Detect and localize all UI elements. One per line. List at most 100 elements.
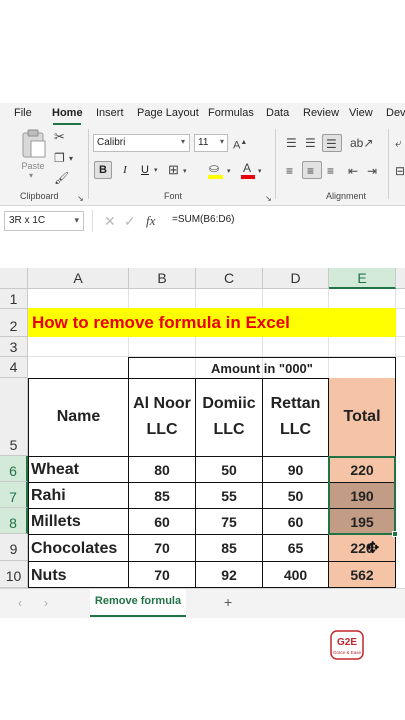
cut-icon[interactable]: ✂ — [54, 130, 65, 143]
col-header-b-line1[interactable]: Al Noor — [129, 392, 195, 416]
select-all-corner[interactable] — [0, 268, 28, 289]
top-align-icon[interactable]: ☰ — [286, 137, 297, 149]
copy-dropdown-icon[interactable]: ▾ — [69, 153, 73, 165]
middle-align-icon[interactable]: ☰ — [305, 137, 316, 149]
borders-dropdown-icon[interactable]: ▾ — [183, 166, 187, 178]
row-header-1[interactable]: 1 — [0, 289, 28, 309]
row-header-5[interactable]: 5 — [0, 378, 28, 456]
tab-review[interactable]: Review — [303, 107, 339, 119]
col-header-d-line2[interactable]: LLC — [263, 418, 328, 442]
value-cell[interactable]: 70 — [129, 534, 195, 561]
next-sheet-icon[interactable]: › — [44, 597, 48, 609]
name-cell[interactable]: Millets — [31, 508, 128, 534]
sheet-title-cell[interactable]: How to remove formula in Excel — [28, 308, 396, 337]
name-box[interactable]: 3R x 1C ▾ — [4, 211, 84, 231]
clipboard-launcher-icon[interactable]: ↘ — [77, 193, 84, 205]
add-sheet-button[interactable]: + — [224, 595, 232, 609]
row-header-6[interactable]: 6 — [0, 456, 28, 482]
enter-icon[interactable]: ✓ — [124, 213, 136, 230]
column-header-e[interactable]: E — [329, 268, 396, 289]
underline-dropdown-icon[interactable]: ▾ — [154, 165, 158, 177]
row-header-10[interactable]: 10 — [0, 561, 28, 588]
value-cell[interactable]: 400 — [263, 561, 328, 588]
value-cell[interactable]: 80 — [129, 456, 195, 482]
font-launcher-icon[interactable]: ↘ — [265, 193, 272, 205]
fill-dropdown-icon[interactable]: ▾ — [227, 166, 231, 178]
name-cell[interactable]: Nuts — [31, 561, 128, 588]
tab-formulas[interactable]: Formulas — [208, 107, 254, 119]
cancel-icon[interactable]: ✕ — [104, 213, 116, 230]
orientation-icon[interactable]: ab↗ — [350, 137, 373, 149]
column-header-b[interactable]: B — [129, 268, 196, 289]
paste-button[interactable]: Paste ▾ — [16, 129, 50, 180]
row-header-7[interactable]: 7 — [0, 482, 28, 508]
align-right-icon[interactable]: ≡ — [327, 165, 334, 177]
value-cell[interactable]: 60 — [263, 508, 328, 534]
total-cell[interactable]: 220 — [329, 534, 395, 561]
value-cell[interactable]: 90 — [263, 456, 328, 482]
tab-insert[interactable]: Insert — [96, 107, 124, 119]
row-header-2[interactable]: 2 — [0, 309, 28, 337]
col-header-d-line1[interactable]: Rettan — [263, 392, 328, 416]
amount-header[interactable]: Amount in "000" — [129, 360, 395, 378]
column-header-d[interactable]: D — [263, 268, 329, 289]
row-header-4[interactable]: 4 — [0, 357, 28, 378]
value-cell[interactable]: 75 — [196, 508, 262, 534]
worksheet-grid[interactable]: A B C D E 1 2 3 4 5 6 7 8 9 10 How to re… — [0, 268, 405, 588]
copy-icon[interactable]: ❐ — [54, 152, 65, 164]
tab-page-layout[interactable]: Page Layout — [137, 107, 199, 119]
fill-handle[interactable] — [392, 531, 398, 537]
name-cell[interactable]: Rahi — [31, 482, 128, 508]
increase-font-icon[interactable]: A▲ — [233, 137, 247, 152]
format-painter-icon[interactable]: 🖌 — [54, 172, 69, 184]
paste-dropdown-icon[interactable]: ▾ — [29, 171, 33, 180]
fill-color-button[interactable]: ⛀ — [207, 161, 225, 179]
decrease-indent-icon[interactable]: ⇤ — [348, 165, 358, 177]
align-left-icon[interactable]: ≡ — [286, 165, 293, 177]
value-cell[interactable]: 70 — [129, 561, 195, 588]
value-cell[interactable]: 92 — [196, 561, 262, 588]
value-cell[interactable]: 55 — [196, 482, 262, 508]
col-header-c-line1[interactable]: Domiic — [196, 392, 262, 416]
bold-button[interactable]: B — [94, 161, 112, 179]
font-color-button[interactable]: A — [240, 161, 256, 179]
tab-developer[interactable]: Dev — [386, 107, 405, 119]
row-header-8[interactable]: 8 — [0, 508, 28, 534]
increase-indent-icon[interactable]: ⇥ — [367, 165, 377, 177]
italic-button[interactable]: I — [117, 161, 133, 179]
wrap-text-icon[interactable]: ⤶ — [395, 137, 402, 149]
tab-data[interactable]: Data — [266, 107, 289, 119]
row-header-9[interactable]: 9 — [0, 534, 28, 561]
merge-center-icon[interactable]: ⊟ — [395, 165, 405, 177]
value-cell[interactable]: 65 — [263, 534, 328, 561]
total-cell[interactable]: 562 — [329, 561, 395, 588]
tab-home[interactable]: Home — [52, 107, 83, 119]
column-header-c[interactable]: C — [196, 268, 263, 289]
font-name-select[interactable]: Calibri ▾ — [93, 134, 190, 152]
value-cell[interactable]: 85 — [129, 482, 195, 508]
value-cell[interactable]: 50 — [263, 482, 328, 508]
tab-view[interactable]: View — [349, 107, 373, 119]
tab-file[interactable]: File — [14, 107, 32, 119]
prev-sheet-icon[interactable]: ‹ — [18, 597, 22, 609]
align-center-button[interactable]: ≡ — [302, 161, 322, 179]
insert-function-button[interactable]: fx — [146, 213, 155, 229]
col-header-c-line2[interactable]: LLC — [196, 418, 262, 442]
name-header[interactable]: Name — [29, 378, 128, 456]
bottom-align-button[interactable]: ☰ — [322, 134, 342, 152]
sheet-tab-remove-formula[interactable]: Remove formula — [90, 589, 186, 617]
value-cell[interactable]: 85 — [196, 534, 262, 561]
font-size-select[interactable]: 11 ▾ — [194, 134, 228, 152]
total-header[interactable]: Total — [329, 378, 395, 456]
value-cell[interactable]: 60 — [129, 508, 195, 534]
name-cell[interactable]: Wheat — [31, 456, 128, 482]
formula-input[interactable]: =SUM(B6:D6) — [172, 214, 235, 225]
name-cell[interactable]: Chocolates — [31, 534, 128, 561]
row-header-3[interactable]: 3 — [0, 337, 28, 357]
borders-icon[interactable]: ⊞ — [168, 163, 179, 176]
col-header-b-line2[interactable]: LLC — [129, 418, 195, 442]
column-header-a[interactable]: A — [28, 268, 129, 289]
underline-button[interactable]: U — [137, 161, 153, 179]
font-color-dropdown-icon[interactable]: ▾ — [258, 166, 262, 178]
column-header-f[interactable] — [396, 268, 405, 289]
